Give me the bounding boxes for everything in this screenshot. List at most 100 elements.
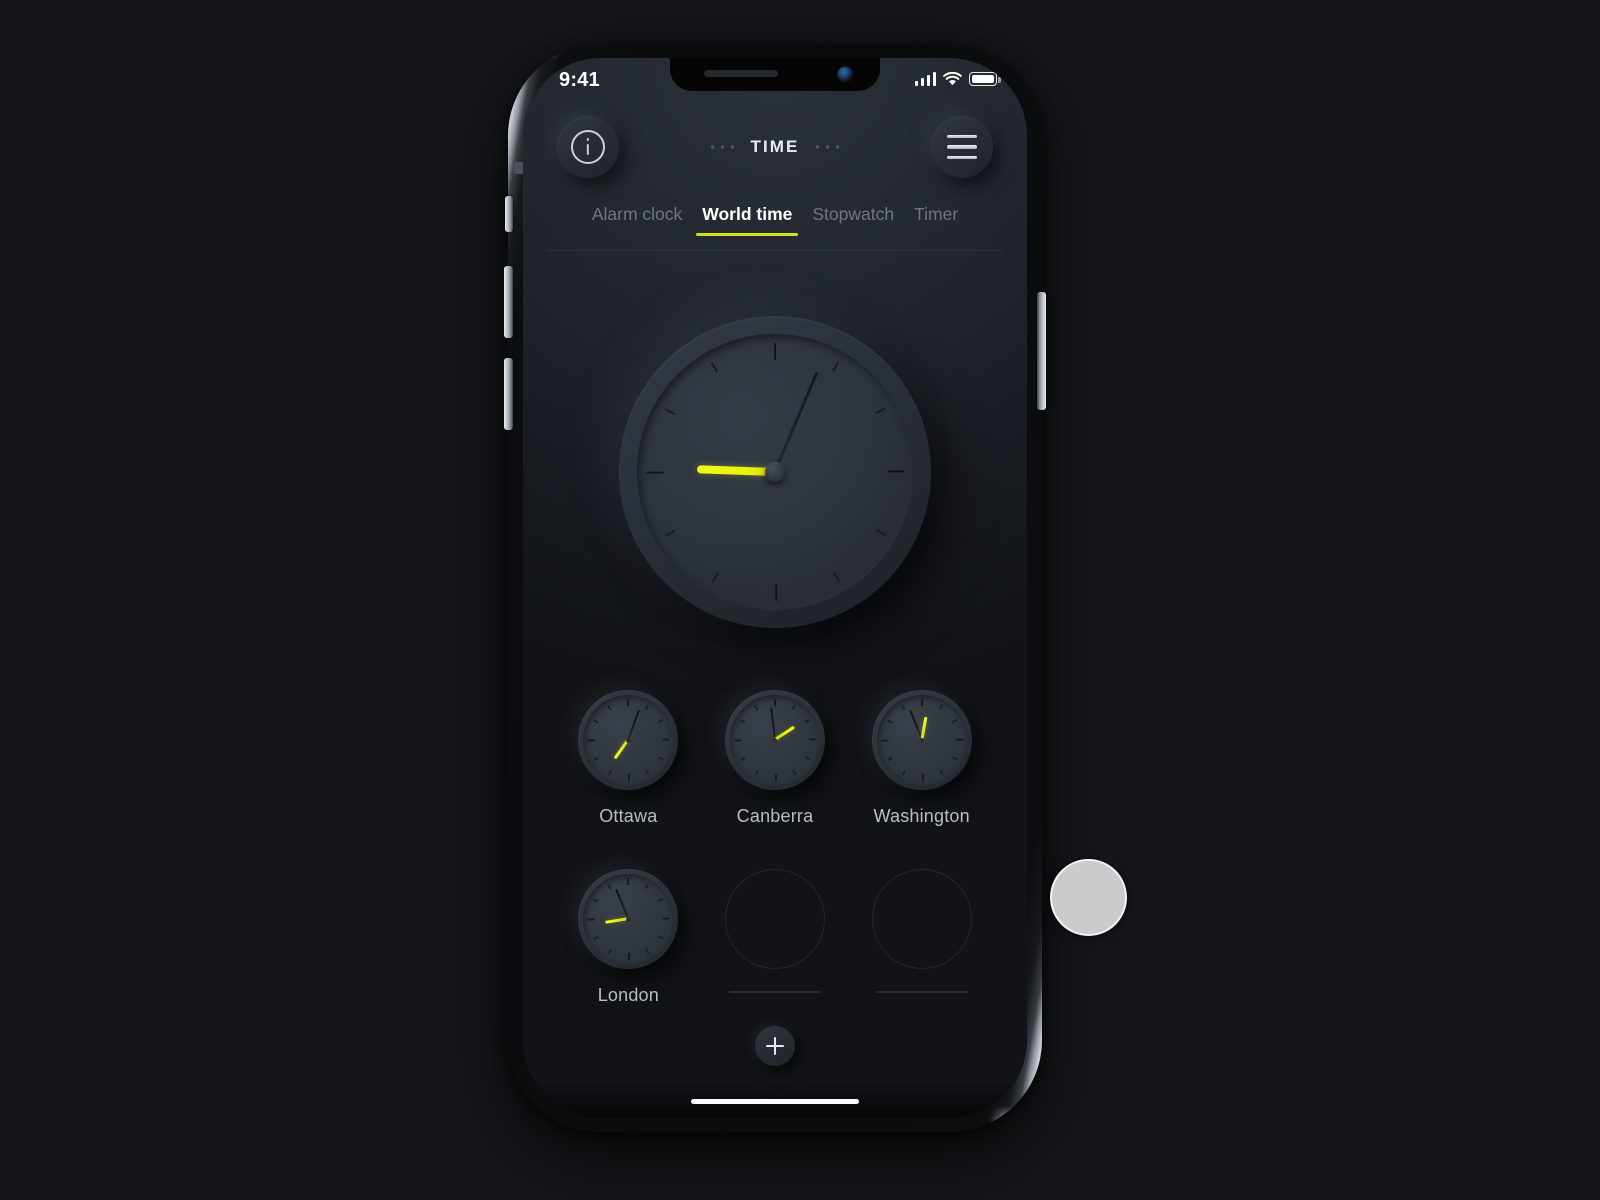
- clock-tick: [773, 334, 777, 360]
- mini-clock-tick: [736, 757, 746, 762]
- mini-clock-tick: [584, 739, 595, 742]
- plus-icon: [766, 1037, 784, 1055]
- empty-clock-placeholder[interactable]: [871, 869, 972, 969]
- mini-clock-face: [583, 695, 674, 785]
- mini-clock-tick: [877, 739, 889, 742]
- add-city-button[interactable]: [755, 1026, 795, 1066]
- menu-button[interactable]: [931, 116, 993, 178]
- info-circle-icon: [571, 130, 605, 164]
- city-label: London: [597, 985, 659, 1005]
- mini-clock-tick: [899, 770, 906, 780]
- main-clock-center-hub: [765, 462, 785, 482]
- tab-divider: [547, 250, 1003, 251]
- mini-clock-tick: [590, 896, 599, 903]
- mini-clock-tick: [939, 770, 944, 780]
- mini-clock-tick: [730, 739, 742, 742]
- mini-clock-tick: [753, 770, 759, 780]
- mini-analog-clock[interactable]: [871, 690, 972, 790]
- front-camera-icon: [838, 67, 852, 81]
- mini-clock-tick: [606, 880, 612, 889]
- tab-timer[interactable]: Timer: [904, 204, 968, 236]
- tab-alarm-clock[interactable]: Alarm clock: [582, 204, 692, 236]
- mini-clock-tick: [645, 880, 651, 889]
- mini-clock-hour-hand: [774, 726, 796, 742]
- mini-clock-tick: [659, 935, 668, 941]
- clock-tick: [832, 352, 845, 372]
- city-slot-empty[interactable]: [848, 869, 995, 1006]
- status-bar-clock: 9:41: [559, 69, 600, 91]
- wifi-icon: [943, 71, 962, 86]
- volume-down-button[interactable]: [504, 358, 513, 430]
- city-slot[interactable]: Canberra: [702, 690, 849, 827]
- info-button[interactable]: [557, 116, 619, 178]
- clock-tick: [656, 403, 676, 416]
- mini-clock-tick: [805, 756, 815, 762]
- mini-clock-tick: [590, 936, 599, 941]
- city-slot-empty[interactable]: [702, 869, 849, 1006]
- mini-clock-tick: [920, 695, 923, 706]
- mini-clock-tick: [659, 756, 668, 762]
- title-dots-left: [710, 145, 735, 149]
- mini-clock-tick: [952, 756, 962, 762]
- mini-clock-tick: [883, 717, 892, 724]
- city-label-placeholder: [875, 991, 968, 993]
- empty-clock-placeholder[interactable]: [724, 869, 825, 969]
- mini-clock-tick: [646, 770, 651, 780]
- mini-clock-center-hub: [625, 916, 631, 922]
- home-indicator[interactable]: [691, 1098, 859, 1104]
- main-clock-hour-hand: [696, 465, 776, 476]
- city-slot[interactable]: London: [555, 869, 702, 1006]
- world-time-city-grid: Ottawa Canberra Washington London: [555, 690, 995, 1006]
- earpiece-speaker-icon: [704, 70, 778, 77]
- clock-tick: [887, 470, 914, 473]
- main-analog-clock[interactable]: [619, 316, 931, 628]
- mini-clock-tick: [883, 757, 892, 762]
- battery-icon: [969, 72, 1001, 86]
- city-slot[interactable]: Washington: [848, 690, 995, 827]
- mini-analog-clock[interactable]: [578, 869, 679, 969]
- mini-clock-tick: [646, 949, 651, 959]
- mini-clock-hour-hand: [920, 717, 928, 741]
- clock-tick: [706, 352, 718, 373]
- mini-clock-face: [583, 874, 674, 964]
- mini-clock-tick: [792, 701, 798, 710]
- tab-stopwatch[interactable]: Stopwatch: [802, 204, 904, 236]
- mini-analog-clock[interactable]: [724, 690, 825, 790]
- mini-clock-tick: [606, 770, 612, 780]
- mini-clock-tick: [628, 953, 631, 964]
- main-clock-minute-hand: [773, 371, 819, 473]
- mini-clock-minute-hand: [627, 709, 641, 741]
- mini-clock-tick: [662, 917, 674, 920]
- main-clock-face: [637, 334, 913, 610]
- city-slot[interactable]: Ottawa: [555, 690, 702, 827]
- tab-world-time[interactable]: World time: [692, 204, 802, 236]
- clock-tick: [638, 471, 664, 474]
- mini-clock-tick: [584, 918, 595, 921]
- mini-clock-tick: [921, 774, 924, 785]
- tab-bar: Alarm clock World time Stopwatch Timer: [523, 204, 1027, 236]
- mini-clock-tick: [952, 717, 962, 723]
- mini-clock-tick: [645, 701, 651, 710]
- volume-up-button[interactable]: [504, 266, 513, 338]
- city-label: Washington: [873, 806, 970, 826]
- clock-tick: [656, 529, 676, 542]
- mini-clock-center-hub: [919, 737, 925, 743]
- mini-analog-clock[interactable]: [578, 690, 679, 790]
- mini-clock-center-hub: [625, 737, 631, 743]
- city-label: Ottawa: [599, 806, 658, 826]
- mini-clock-tick: [938, 701, 944, 710]
- hamburger-menu-icon: [947, 134, 977, 160]
- mini-clock-face: [729, 695, 820, 785]
- mini-clock-tick: [590, 757, 599, 762]
- mini-clock-tick: [590, 717, 599, 724]
- mute-switch-button[interactable]: [505, 196, 513, 232]
- app-header: TIME: [523, 110, 1027, 196]
- clock-app: 9:41 TIME Alarm clock World time Stopwat…: [523, 58, 1027, 1118]
- mini-clock-tick: [956, 738, 967, 741]
- clock-tick: [875, 403, 896, 415]
- city-label-placeholder: [728, 991, 821, 993]
- clock-tick: [775, 584, 778, 610]
- clock-tick: [875, 528, 896, 542]
- power-side-button[interactable]: [1037, 292, 1046, 410]
- mini-clock-face: [876, 695, 967, 785]
